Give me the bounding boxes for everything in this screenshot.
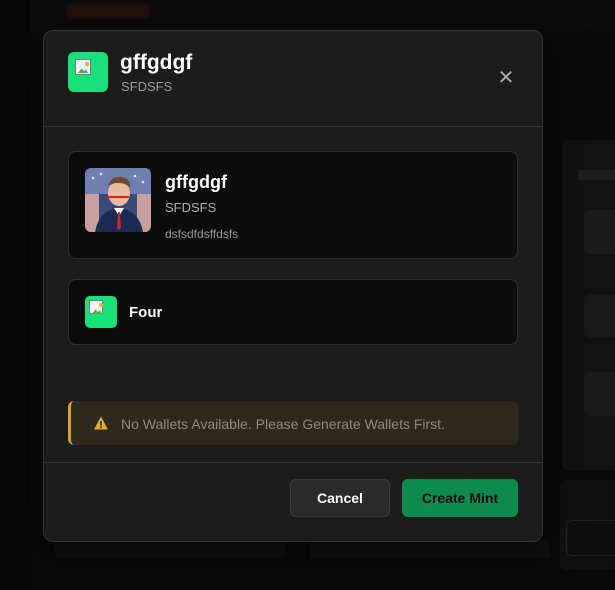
warning-banner: No Wallets Available. Please Generate Wa… [68, 401, 518, 445]
cancel-button[interactable]: Cancel [290, 479, 390, 517]
token-avatar [68, 52, 108, 92]
background-right-row [584, 294, 615, 338]
warning-triangle-icon [94, 416, 108, 430]
token-symbol: SFDSFS [165, 200, 217, 215]
modal-header: gffgdgf SFDSFS ✕ [44, 31, 542, 127]
create-mint-button[interactable]: Create Mint [402, 479, 518, 517]
platform-card[interactable]: Four [68, 279, 518, 345]
platform-logo [85, 296, 117, 328]
broken-image-icon [89, 300, 103, 314]
background-sidebar [0, 0, 30, 590]
token-name: gffgdgf [165, 172, 227, 192]
modal-subtitle: SFDSFS [121, 79, 173, 94]
background-footer-mid [310, 540, 550, 558]
close-icon[interactable]: ✕ [495, 67, 517, 89]
token-image [85, 168, 151, 232]
broken-image-icon [75, 59, 91, 75]
token-description: dsfsdfdsffdsfs [165, 227, 239, 241]
background-input [566, 520, 615, 556]
background-title [66, 4, 150, 18]
background-right-row [584, 372, 615, 416]
create-mint-modal: gffgdgf SFDSFS ✕ gffgdgf SFDSFS dsfsdfds… [43, 30, 543, 542]
token-card: gffgdgf SFDSFS dsfsdfdsffdsfs [68, 151, 518, 259]
background-right-label [578, 170, 615, 180]
footer-divider [44, 462, 542, 463]
warning-message: No Wallets Available. Please Generate Wa… [121, 416, 445, 432]
background-footer-left [55, 540, 285, 558]
modal-title: gffgdgf [120, 51, 193, 74]
platform-name: Four [129, 304, 163, 321]
background-right-row [584, 210, 615, 254]
